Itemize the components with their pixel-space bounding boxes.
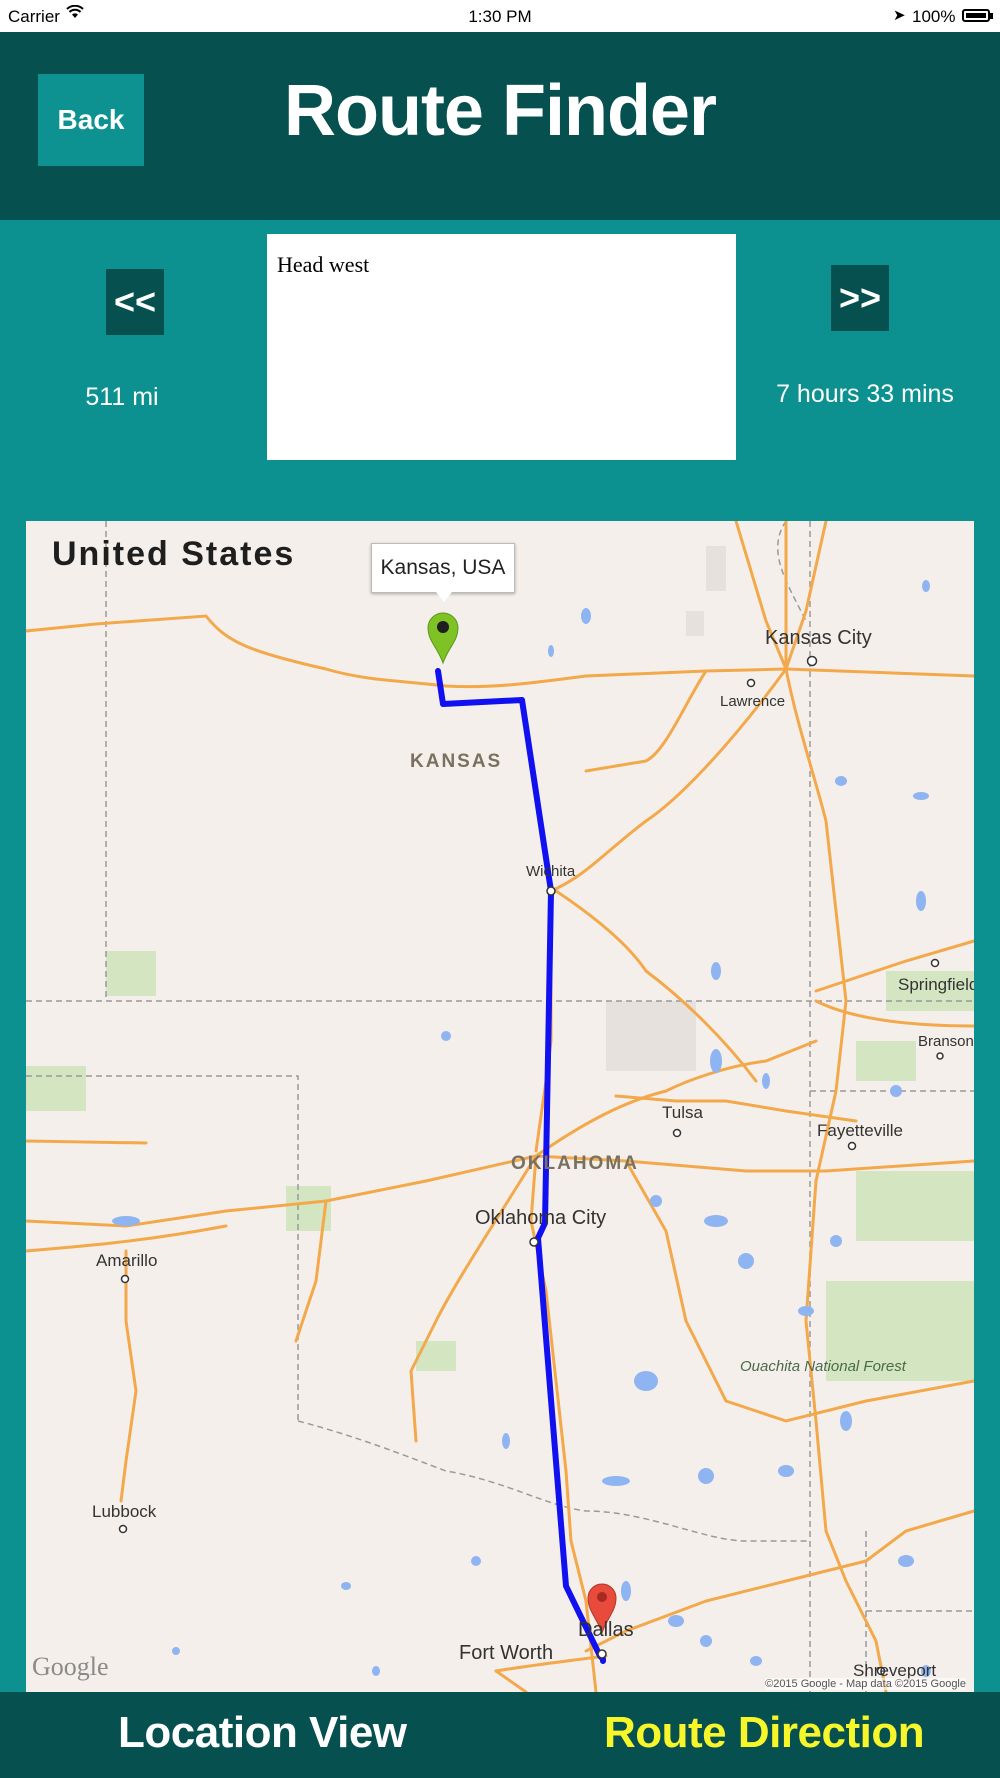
- route-duration: 7 hours 33 mins: [776, 380, 954, 408]
- direction-text-box: Head west: [267, 234, 736, 460]
- map-copyright: ©2015 Google - Map data ©2015 Google: [765, 1678, 966, 1690]
- city-label: Lubbock: [92, 1502, 157, 1521]
- start-marker: [427, 612, 459, 665]
- city-label: Dallas: [578, 1619, 634, 1641]
- tab-location-view[interactable]: Location View: [118, 1708, 407, 1758]
- tab-route-direction[interactable]: Route Direction: [604, 1708, 925, 1758]
- previous-step-button[interactable]: <<: [106, 269, 164, 335]
- map-country-label: United States: [52, 535, 296, 573]
- battery-icon: [962, 9, 993, 22]
- map-canvas: [26, 521, 974, 1692]
- city-label: Wichita: [526, 863, 576, 880]
- clock: 1:30 PM: [468, 7, 532, 26]
- city-label: Tulsa: [662, 1103, 703, 1122]
- city-label: Kansas City: [765, 627, 872, 649]
- route-map[interactable]: United States Kansas, USA KANSAS OKLAHOM…: [26, 521, 974, 1692]
- city-label: Oklahoma City: [475, 1207, 607, 1229]
- header-bar: Back Route Finder: [0, 32, 1000, 220]
- state-label-kansas: KANSAS: [410, 751, 503, 772]
- forest-label: Ouachita National Forest: [740, 1358, 906, 1375]
- city-label: Amarillo: [96, 1251, 158, 1270]
- battery-percent: 100%: [912, 7, 956, 26]
- city-label: Branson: [918, 1033, 974, 1050]
- page-title: Route Finder: [284, 71, 717, 151]
- city-label: Fayetteville: [817, 1121, 903, 1140]
- next-step-button[interactable]: >>: [831, 265, 889, 331]
- location-arrow-icon: ➤: [893, 7, 906, 24]
- direction-text: Head west: [277, 252, 370, 277]
- city-label: Springfield: [898, 975, 974, 994]
- status-bar: Carrier 1:30 PM ➤ 100%: [0, 0, 1000, 32]
- google-logo: Google: [32, 1652, 109, 1681]
- location-callout[interactable]: Kansas, USA: [371, 543, 515, 602]
- route-distance: 511 mi: [85, 383, 159, 411]
- city-label: Fort Worth: [459, 1642, 554, 1664]
- tab-bar: Location View Route Direction: [0, 1692, 1000, 1778]
- state-label-oklahoma: OKLAHOMA: [511, 1153, 639, 1174]
- city-label: Lawrence: [720, 693, 786, 710]
